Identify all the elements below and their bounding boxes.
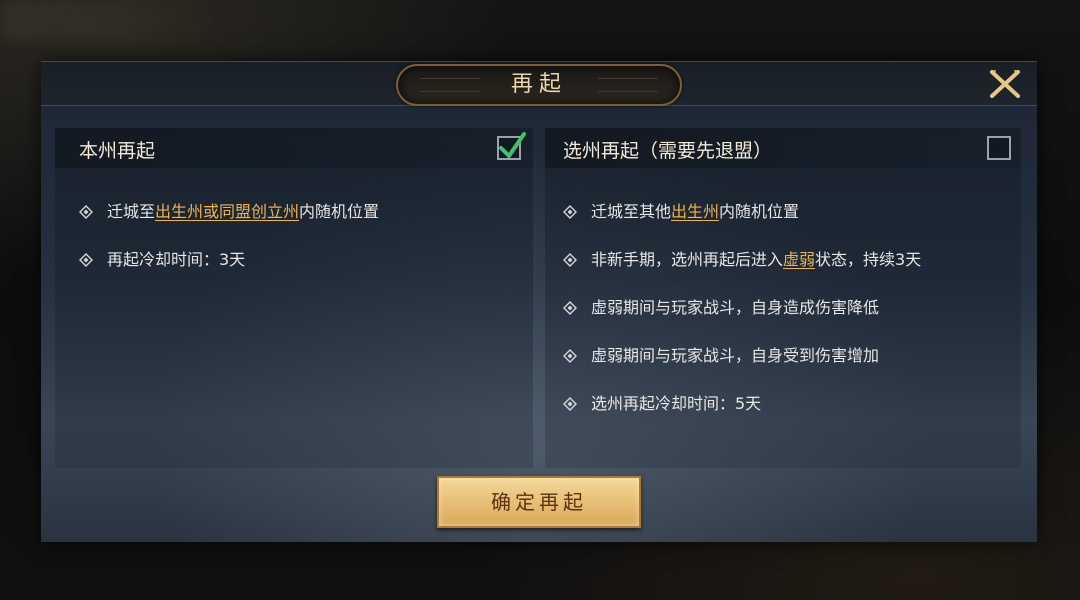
line-prefix: 非新手期，选州再起后进入: [591, 250, 784, 269]
option-title-choose: 选州再起（需要先退盟）: [563, 140, 773, 162]
option-checkbox-choose[interactable]: [987, 136, 1011, 160]
detail-text: 虚弱期间与玩家战斗，自身受到伤害增加: [591, 346, 880, 365]
line-suffix: 状态，持续3天: [815, 250, 922, 269]
list-item: 非新手期，选州再起后进入虚弱状态，持续3天: [563, 248, 921, 272]
confirm-label: 确定再起: [491, 490, 587, 514]
dialog-title-bar: 再起: [41, 62, 1037, 106]
option-panel-local: 本州再起 迁城至出生州或同盟创立州内随机位置 再起冷却时间：3天: [55, 128, 533, 468]
birth-region-link[interactable]: 出生州: [671, 202, 719, 221]
option-details-choose: 迁城至其他出生州内随机位置 非新手期，选州再起后进入虚弱状态，持续3天 虚弱期间…: [563, 200, 921, 440]
checkmark-icon: [499, 132, 526, 158]
close-button[interactable]: [987, 68, 1023, 100]
detail-text: 虚弱期间与玩家战斗，自身造成伤害降低: [591, 298, 880, 317]
line-prefix: 迁城至: [107, 202, 156, 221]
list-item: 虚弱期间与玩家战斗，自身受到伤害增加: [563, 344, 921, 368]
line-prefix: 迁城至其他: [591, 202, 672, 221]
list-item: 迁城至其他出生州内随机位置: [563, 200, 921, 224]
confirm-respawn-button[interactable]: 确定再起: [437, 476, 641, 528]
title-plaque: 再起: [396, 64, 682, 106]
diamond-bullet-icon: [563, 205, 577, 219]
diamond-bullet-icon: [563, 253, 577, 267]
dialog-title: 再起: [510, 72, 567, 97]
diamond-bullet-icon: [563, 349, 577, 363]
diamond-bullet-icon: [563, 301, 577, 315]
blurred-hud: [0, 0, 220, 40]
option-details-local: 迁城至出生州或同盟创立州内随机位置 再起冷却时间：3天: [79, 200, 379, 296]
list-item: 虚弱期间与玩家战斗，自身造成伤害降低: [563, 296, 921, 320]
option-header-local: 本州再起: [55, 128, 533, 168]
weak-status-link[interactable]: 虚弱: [783, 250, 815, 269]
respawn-dialog: 再起 本州再起 迁城至出生州或同盟创立州内随机位置 再起冷却时间：3天 选州再起…: [41, 61, 1037, 542]
close-x-icon: [990, 70, 1020, 98]
diamond-bullet-icon: [563, 397, 577, 411]
option-header-choose: 选州再起（需要先退盟）: [545, 128, 1021, 168]
option-panel-choose: 选州再起（需要先退盟） 迁城至其他出生州内随机位置 非新手期，选州再起后进入虚弱…: [545, 128, 1021, 468]
cooldown-text: 选州再起冷却时间：5天: [591, 394, 762, 413]
diamond-bullet-icon: [79, 205, 93, 219]
list-item: 选州再起冷却时间：5天: [563, 392, 921, 416]
option-checkbox-local[interactable]: [497, 132, 526, 160]
birth-region-link[interactable]: 出生州或同盟创立州: [155, 202, 299, 221]
option-title-local: 本州再起: [79, 140, 156, 162]
list-item: 迁城至出生州或同盟创立州内随机位置: [79, 200, 379, 224]
list-item: 再起冷却时间：3天: [79, 248, 379, 272]
line-suffix: 内随机位置: [299, 202, 380, 221]
diamond-bullet-icon: [79, 253, 93, 267]
cooldown-text: 再起冷却时间：3天: [107, 250, 246, 269]
line-suffix: 内随机位置: [719, 202, 800, 221]
